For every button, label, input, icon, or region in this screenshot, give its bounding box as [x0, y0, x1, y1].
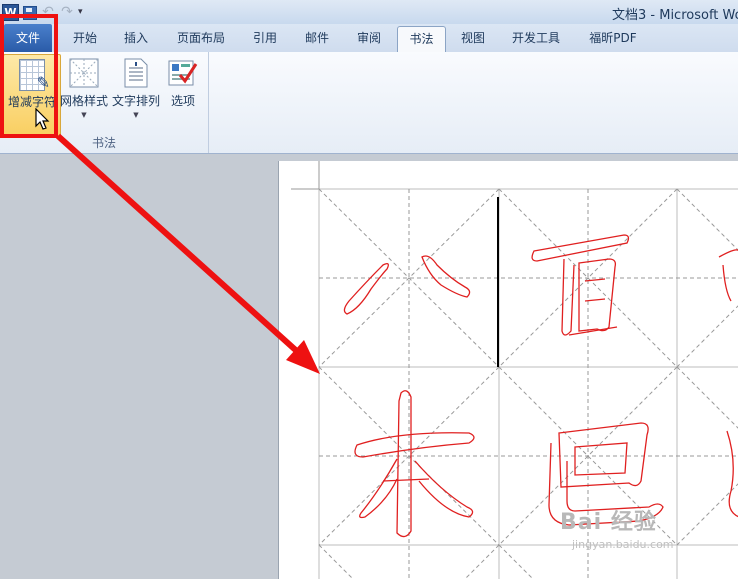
- char-partial-top: [718, 249, 738, 302]
- text-arrange-label: 文字排列: [111, 94, 160, 108]
- tab-mailings[interactable]: 邮件: [295, 26, 339, 51]
- grid-style-label: 网格样式: [60, 94, 109, 108]
- text-arrange-icon: [120, 58, 152, 90]
- options-button[interactable]: 选项: [164, 54, 202, 126]
- baidu-watermark: Bai 经验: [560, 510, 657, 535]
- text-arrange-dropdown-icon[interactable]: ▼: [111, 109, 161, 121]
- tab-foxit-pdf[interactable]: 福昕PDF: [580, 26, 646, 51]
- redo-icon[interactable]: ↷: [59, 4, 75, 20]
- grid-style-dropdown-icon[interactable]: ▼: [60, 109, 108, 121]
- text-arrange-glyph: [124, 58, 148, 88]
- baidu-watermark-url: jingyan.baidu.com: [572, 538, 674, 551]
- tab-home[interactable]: 开始: [62, 26, 108, 51]
- ribbon-tab-row: 文件 开始 插入 页面布局 引用 邮件 审阅 书法 视图 开发工具 福昕PDF: [0, 24, 738, 53]
- tab-page-layout[interactable]: 页面布局: [168, 26, 234, 51]
- grid-style-button[interactable]: 网格样式 ▼: [60, 54, 108, 126]
- tab-developer[interactable]: 开发工具: [503, 26, 569, 51]
- grid-style-icon: [68, 58, 100, 90]
- highlight-box: [0, 14, 58, 138]
- tab-calligraphy[interactable]: 书法: [397, 26, 446, 53]
- options-glyph: [168, 60, 198, 86]
- document-page[interactable]: [278, 161, 738, 579]
- tab-references[interactable]: 引用: [243, 26, 287, 51]
- window-title: 文档3 - Microsoft Wo: [612, 8, 738, 23]
- tab-insert[interactable]: 插入: [113, 26, 159, 51]
- tab-view[interactable]: 视图: [451, 26, 495, 51]
- customize-qat-dropdown-icon[interactable]: ▾: [78, 4, 94, 20]
- calligraphy-grid: [318, 188, 738, 579]
- char-ben: [354, 390, 475, 538]
- char-ba: [343, 255, 471, 315]
- tab-review[interactable]: 审阅: [347, 26, 391, 51]
- options-icon: [167, 58, 199, 90]
- title-bar: W ↶ ↷ ▾ 文档3 - Microsoft Wo: [0, 0, 738, 24]
- options-label: 选项: [170, 94, 195, 108]
- text-arrange-button[interactable]: 文字排列 ▼: [111, 54, 161, 126]
- grid-style-glyph: [69, 58, 99, 88]
- char-partial-bottom: [726, 430, 738, 518]
- ribbon: ✎ 增减字符 网格样式 ▼ 文字排列 ▼ 选项 书法: [0, 52, 738, 154]
